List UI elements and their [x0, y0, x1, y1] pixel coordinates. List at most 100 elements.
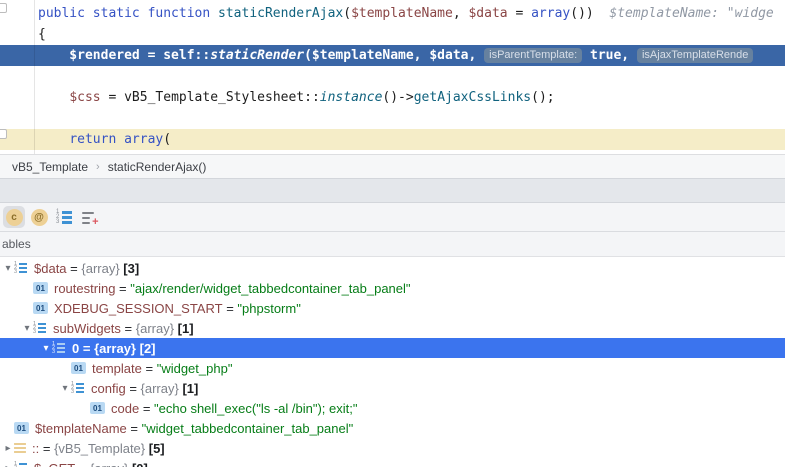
variable-type-value: {array} — [81, 261, 119, 276]
variable-count: [1] — [179, 381, 199, 396]
debugger-splitter-band — [0, 178, 785, 203]
code-token — [38, 90, 69, 105]
code-token: array — [531, 6, 570, 21]
string-type-icon: 01 — [33, 302, 48, 314]
code-token: :: — [304, 90, 320, 105]
variable-row[interactable]: ▾123$data = {array} [3] — [0, 258, 785, 278]
chevron-right-icon[interactable]: ▸ — [2, 443, 14, 454]
code-line[interactable] — [0, 108, 785, 129]
variable-row[interactable]: ▾123config = {array} [1] — [0, 378, 785, 398]
variable-name: :: — [32, 441, 39, 456]
variable-name: $data — [34, 261, 67, 276]
code-line[interactable] — [0, 66, 785, 87]
variables-panel-header: ables — [0, 232, 785, 257]
equals-sign: = — [127, 421, 142, 436]
code-token: ()) — [570, 6, 593, 21]
numbered-list-icon: 123 — [56, 211, 72, 224]
code-token — [38, 132, 69, 147]
variable-type-value: {array} — [141, 381, 179, 396]
show-constants-icon: c — [6, 209, 23, 226]
code-token: $rendered = self:: — [38, 48, 210, 63]
equals-sign: = — [126, 381, 141, 396]
variable-count: [1] — [174, 321, 194, 336]
code-line[interactable]: return array( — [0, 129, 785, 150]
code-token: staticRender — [210, 48, 304, 63]
chevron-down-icon[interactable]: ▾ — [59, 383, 71, 394]
code-token: (); — [531, 90, 554, 105]
code-token: vB5_Template_Stylesheet — [124, 90, 304, 105]
equals-sign: = — [75, 461, 90, 467]
array-type-icon: 123 — [52, 343, 66, 354]
code-token: public static function — [38, 6, 218, 21]
code-token: ()-> — [382, 90, 413, 105]
code-token: ($templateName, $data, — [304, 48, 484, 63]
variable-count: [2] — [136, 341, 156, 356]
editor-pane[interactable]: public static function staticRenderAjax(… — [0, 0, 785, 154]
variable-name: config — [91, 381, 126, 396]
variable-row[interactable]: ▸:: = {vB5_Template} [5] — [0, 438, 785, 458]
string-type-icon: 01 — [33, 282, 48, 294]
variable-string-value: "ajax/render/widget_tabbedcontainer_tab_… — [130, 281, 410, 296]
code-token: $data — [468, 6, 507, 21]
variable-row[interactable]: ▸123$_GET = {array} [0] — [0, 458, 785, 467]
variable-row[interactable]: ▾123subWidgets = {array} [1] — [0, 318, 785, 338]
variable-name: code — [111, 401, 139, 416]
code-token: ( — [343, 6, 351, 21]
string-type-icon: 01 — [71, 362, 86, 374]
equals-sign: = — [142, 361, 157, 376]
show-array-indices-button[interactable]: 123 — [53, 206, 75, 228]
gutter-mark-icon[interactable] — [0, 129, 7, 139]
show-references-icon: @ — [31, 209, 48, 226]
code-line[interactable]: $rendered = self::staticRender($template… — [0, 45, 785, 66]
variable-row[interactable]: 01$templateName = "widget_tabbedcontaine… — [0, 418, 785, 438]
parameter-hint-chip: isAjaxTemplateRende — [637, 48, 753, 63]
array-type-icon: 123 — [14, 263, 28, 274]
variable-string-value: "widget_php" — [157, 361, 233, 376]
code-token: return — [69, 132, 116, 147]
code-token — [116, 132, 124, 147]
chevron-right-icon[interactable]: ▸ — [2, 463, 14, 467]
code-token: array — [124, 132, 163, 147]
variable-row[interactable]: 01code = "echo shell_exec("ls -al /bin")… — [0, 398, 785, 418]
variables-tree[interactable]: ▾123$data = {array} [3]01routestring = "… — [0, 257, 785, 467]
breadcrumb-item-method[interactable]: staticRenderAjax() — [108, 160, 207, 174]
equals-sign: = — [115, 281, 130, 296]
string-type-icon: 01 — [90, 402, 105, 414]
add-to-watches-button[interactable]: + — [78, 206, 100, 228]
show-constants-button[interactable]: c — [3, 206, 25, 228]
code-token: staticRenderAjax — [218, 6, 343, 21]
chevron-down-icon[interactable]: ▾ — [40, 343, 52, 354]
variable-name: XDEBUG_SESSION_START — [54, 301, 223, 316]
code-token: ( — [163, 132, 171, 147]
chevron-down-icon[interactable]: ▾ — [21, 323, 33, 334]
variable-type-value: {array} — [136, 321, 174, 336]
object-type-icon — [14, 443, 26, 454]
variable-type-value: {array} — [90, 461, 128, 467]
equals-sign: = — [67, 261, 82, 276]
variable-name: routestring — [54, 281, 115, 296]
breadcrumb-item-class[interactable]: vB5_Template — [12, 160, 88, 174]
variable-row[interactable]: 01 routestring = "ajax/render/widget_tabb… — [0, 278, 785, 298]
equals-sign: = — [121, 321, 136, 336]
equals-sign: = — [223, 301, 238, 316]
variable-count: [0] — [128, 461, 148, 467]
chevron-right-icon: › — [96, 161, 100, 173]
variables-panel-title: ables — [2, 237, 31, 251]
code-line[interactable]: { — [0, 24, 785, 45]
add-watch-icon: + — [82, 211, 97, 224]
variable-row[interactable]: 01XDEBUG_SESSION_START = "phpstorm" — [0, 298, 785, 318]
code-token: instance — [320, 90, 383, 105]
code-token: = — [508, 6, 531, 21]
variable-row[interactable]: ▾1230 = {array} [2] — [0, 338, 785, 358]
gutter-separator — [34, 0, 35, 154]
chevron-down-icon[interactable]: ▾ — [2, 263, 14, 274]
code-line[interactable]: public static function staticRenderAjax(… — [0, 3, 785, 24]
code-line[interactable]: $css = vB5_Template_Stylesheet::instance… — [0, 87, 785, 108]
show-references-button[interactable]: @ — [28, 206, 50, 228]
variable-type-value: {vB5_Template} — [54, 441, 145, 456]
gutter-mark-icon[interactable] — [0, 3, 7, 13]
code-token: $templateName: "widge — [594, 6, 774, 21]
code-area[interactable]: public static function staticRenderAjax(… — [0, 0, 785, 150]
string-type-icon: 01 — [14, 422, 29, 434]
variable-row[interactable]: 01template = "widget_php" — [0, 358, 785, 378]
